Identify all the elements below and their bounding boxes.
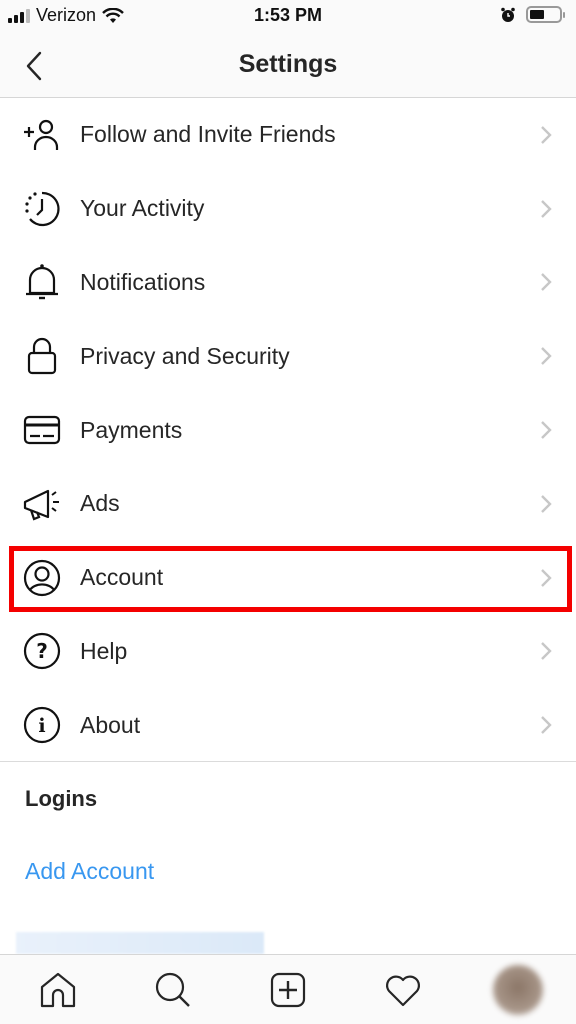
menu-label: Your Activity bbox=[80, 195, 205, 222]
menu-label: Privacy and Security bbox=[80, 342, 290, 369]
chevron-right-icon bbox=[541, 421, 552, 439]
menu-item-about[interactable]: i About bbox=[0, 688, 576, 762]
menu-item-follow-invite[interactable]: Follow and Invite Friends bbox=[0, 98, 576, 172]
lock-icon bbox=[22, 336, 62, 376]
menu-item-notifications[interactable]: Notifications bbox=[0, 246, 576, 320]
nav-bar: Settings bbox=[0, 34, 576, 98]
tab-profile[interactable] bbox=[461, 955, 576, 1024]
search-icon bbox=[155, 972, 190, 1007]
menu-item-account[interactable]: Account bbox=[0, 541, 576, 615]
menu-label: Help bbox=[80, 637, 128, 664]
new-post-icon bbox=[270, 972, 306, 1007]
add-account-link[interactable]: Add Account bbox=[25, 858, 154, 885]
tab-bar bbox=[0, 954, 576, 1024]
credit-card-icon bbox=[22, 410, 62, 450]
account-circle-icon bbox=[22, 558, 62, 598]
heart-icon bbox=[386, 975, 421, 1006]
profile-avatar bbox=[493, 964, 544, 1015]
tab-new-post[interactable] bbox=[230, 955, 345, 1024]
menu-item-privacy-security[interactable]: Privacy and Security bbox=[0, 319, 576, 393]
menu-label: Account bbox=[80, 564, 164, 591]
menu-label: Follow and Invite Friends bbox=[80, 121, 336, 148]
menu-item-help[interactable]: ? Help bbox=[0, 615, 576, 689]
chevron-right-icon bbox=[541, 199, 552, 218]
blurred-logout-link[interactable] bbox=[16, 932, 264, 954]
section-divider bbox=[0, 761, 576, 762]
bell-icon bbox=[22, 262, 62, 302]
menu-item-ads[interactable]: Ads bbox=[0, 467, 576, 541]
chevron-right-icon bbox=[541, 495, 552, 513]
page-title: Settings bbox=[238, 50, 338, 78]
menu-label: Notifications bbox=[80, 268, 206, 295]
menu-item-payments[interactable]: Payments bbox=[0, 393, 576, 467]
chevron-right-icon bbox=[541, 273, 552, 292]
status-time: 1:53 PM bbox=[253, 5, 323, 25]
tab-activity[interactable] bbox=[346, 955, 461, 1024]
settings-menu: Follow and Invite Friends Your Activity … bbox=[0, 98, 576, 762]
logins-section-title: Logins bbox=[25, 786, 98, 811]
menu-label: Payments bbox=[80, 416, 183, 443]
alarm-icon bbox=[501, 7, 515, 22]
activity-clock-icon bbox=[22, 189, 62, 229]
tab-home[interactable] bbox=[0, 955, 115, 1024]
menu-label: About bbox=[80, 711, 141, 738]
megaphone-icon bbox=[22, 484, 62, 524]
chevron-right-icon bbox=[541, 568, 552, 587]
status-bar: Verizon 1:53 PM bbox=[0, 0, 576, 34]
chevron-right-icon bbox=[541, 642, 552, 661]
tab-search[interactable] bbox=[115, 955, 230, 1024]
add-person-icon bbox=[22, 115, 62, 155]
menu-item-your-activity[interactable]: Your Activity bbox=[0, 172, 576, 246]
svg-text:i: i bbox=[38, 715, 45, 737]
chevron-right-icon bbox=[541, 126, 552, 144]
status-right bbox=[500, 6, 565, 23]
help-circle-icon: ? bbox=[22, 631, 62, 671]
menu-label: Ads bbox=[80, 490, 120, 517]
chevron-right-icon bbox=[541, 347, 552, 366]
info-circle-icon: i bbox=[22, 705, 62, 745]
chevron-right-icon bbox=[541, 716, 552, 735]
home-icon bbox=[40, 972, 75, 1007]
battery-icon bbox=[526, 6, 565, 23]
svg-text:?: ? bbox=[36, 639, 48, 663]
